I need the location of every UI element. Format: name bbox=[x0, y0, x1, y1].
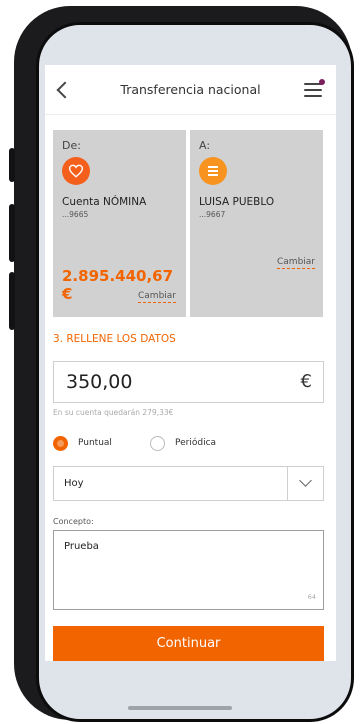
volume-down-button bbox=[9, 272, 15, 330]
continue-button[interactable]: Continuar bbox=[53, 626, 324, 661]
change-destination-link[interactable]: Cambiar bbox=[277, 257, 315, 269]
app-header: Transferencia nacional bbox=[45, 65, 336, 115]
destination-account-number: ...9667 bbox=[199, 210, 226, 219]
source-account-card: De: Cuenta NÓMINA ...9665 2.895.440,67 €… bbox=[53, 130, 186, 317]
radio-periodica[interactable]: Periódica bbox=[150, 435, 216, 451]
page-title: Transferencia nacional bbox=[120, 82, 261, 97]
radio-periodica-label: Periódica bbox=[175, 438, 217, 448]
volume-up-button bbox=[9, 204, 15, 262]
amount-value: 350,00 bbox=[66, 371, 133, 393]
concept-label: Concepto: bbox=[53, 517, 94, 526]
concept-value: Prueba bbox=[64, 541, 99, 552]
hamburger-menu-icon[interactable] bbox=[304, 79, 325, 99]
radio-puntual[interactable]: Puntual bbox=[53, 435, 112, 451]
source-label: De: bbox=[62, 139, 81, 152]
heart-icon bbox=[62, 157, 90, 185]
remaining-balance-hint: En su cuenta quedarán 279,33€ bbox=[53, 408, 174, 417]
destination-label: A: bbox=[199, 139, 211, 152]
destination-account-card: A: LUISA PUEBLO ...9667 Cambiar bbox=[190, 130, 323, 317]
radio-selected-icon[interactable] bbox=[53, 435, 68, 451]
app-screen: Transferencia nacional De: Cuenta NÓMINA… bbox=[45, 65, 336, 661]
currency-symbol: € bbox=[300, 371, 312, 392]
list-icon bbox=[199, 157, 227, 185]
character-counter: 64 bbox=[307, 593, 316, 601]
concept-textarea[interactable]: Prueba 64 bbox=[53, 530, 324, 610]
date-select-value: Hoy bbox=[64, 478, 84, 489]
radio-unselected-icon[interactable] bbox=[150, 435, 165, 451]
date-select-toggle[interactable] bbox=[287, 467, 323, 500]
date-select[interactable]: Hoy bbox=[53, 466, 324, 501]
radio-puntual-label: Puntual bbox=[78, 438, 112, 448]
home-indicator bbox=[128, 706, 232, 710]
section-title: 3. RELLENE LOS DATOS bbox=[53, 333, 176, 345]
chevron-down-icon bbox=[299, 474, 312, 487]
source-account-name: Cuenta NÓMINA bbox=[62, 196, 147, 208]
mute-switch bbox=[9, 148, 15, 182]
source-account-number: ...9665 bbox=[62, 210, 89, 219]
change-source-link[interactable]: Cambiar bbox=[138, 291, 176, 303]
notification-dot-icon bbox=[319, 79, 325, 85]
destination-account-name: LUISA PUEBLO bbox=[199, 196, 275, 208]
amount-input[interactable]: 350,00 € bbox=[53, 361, 324, 403]
